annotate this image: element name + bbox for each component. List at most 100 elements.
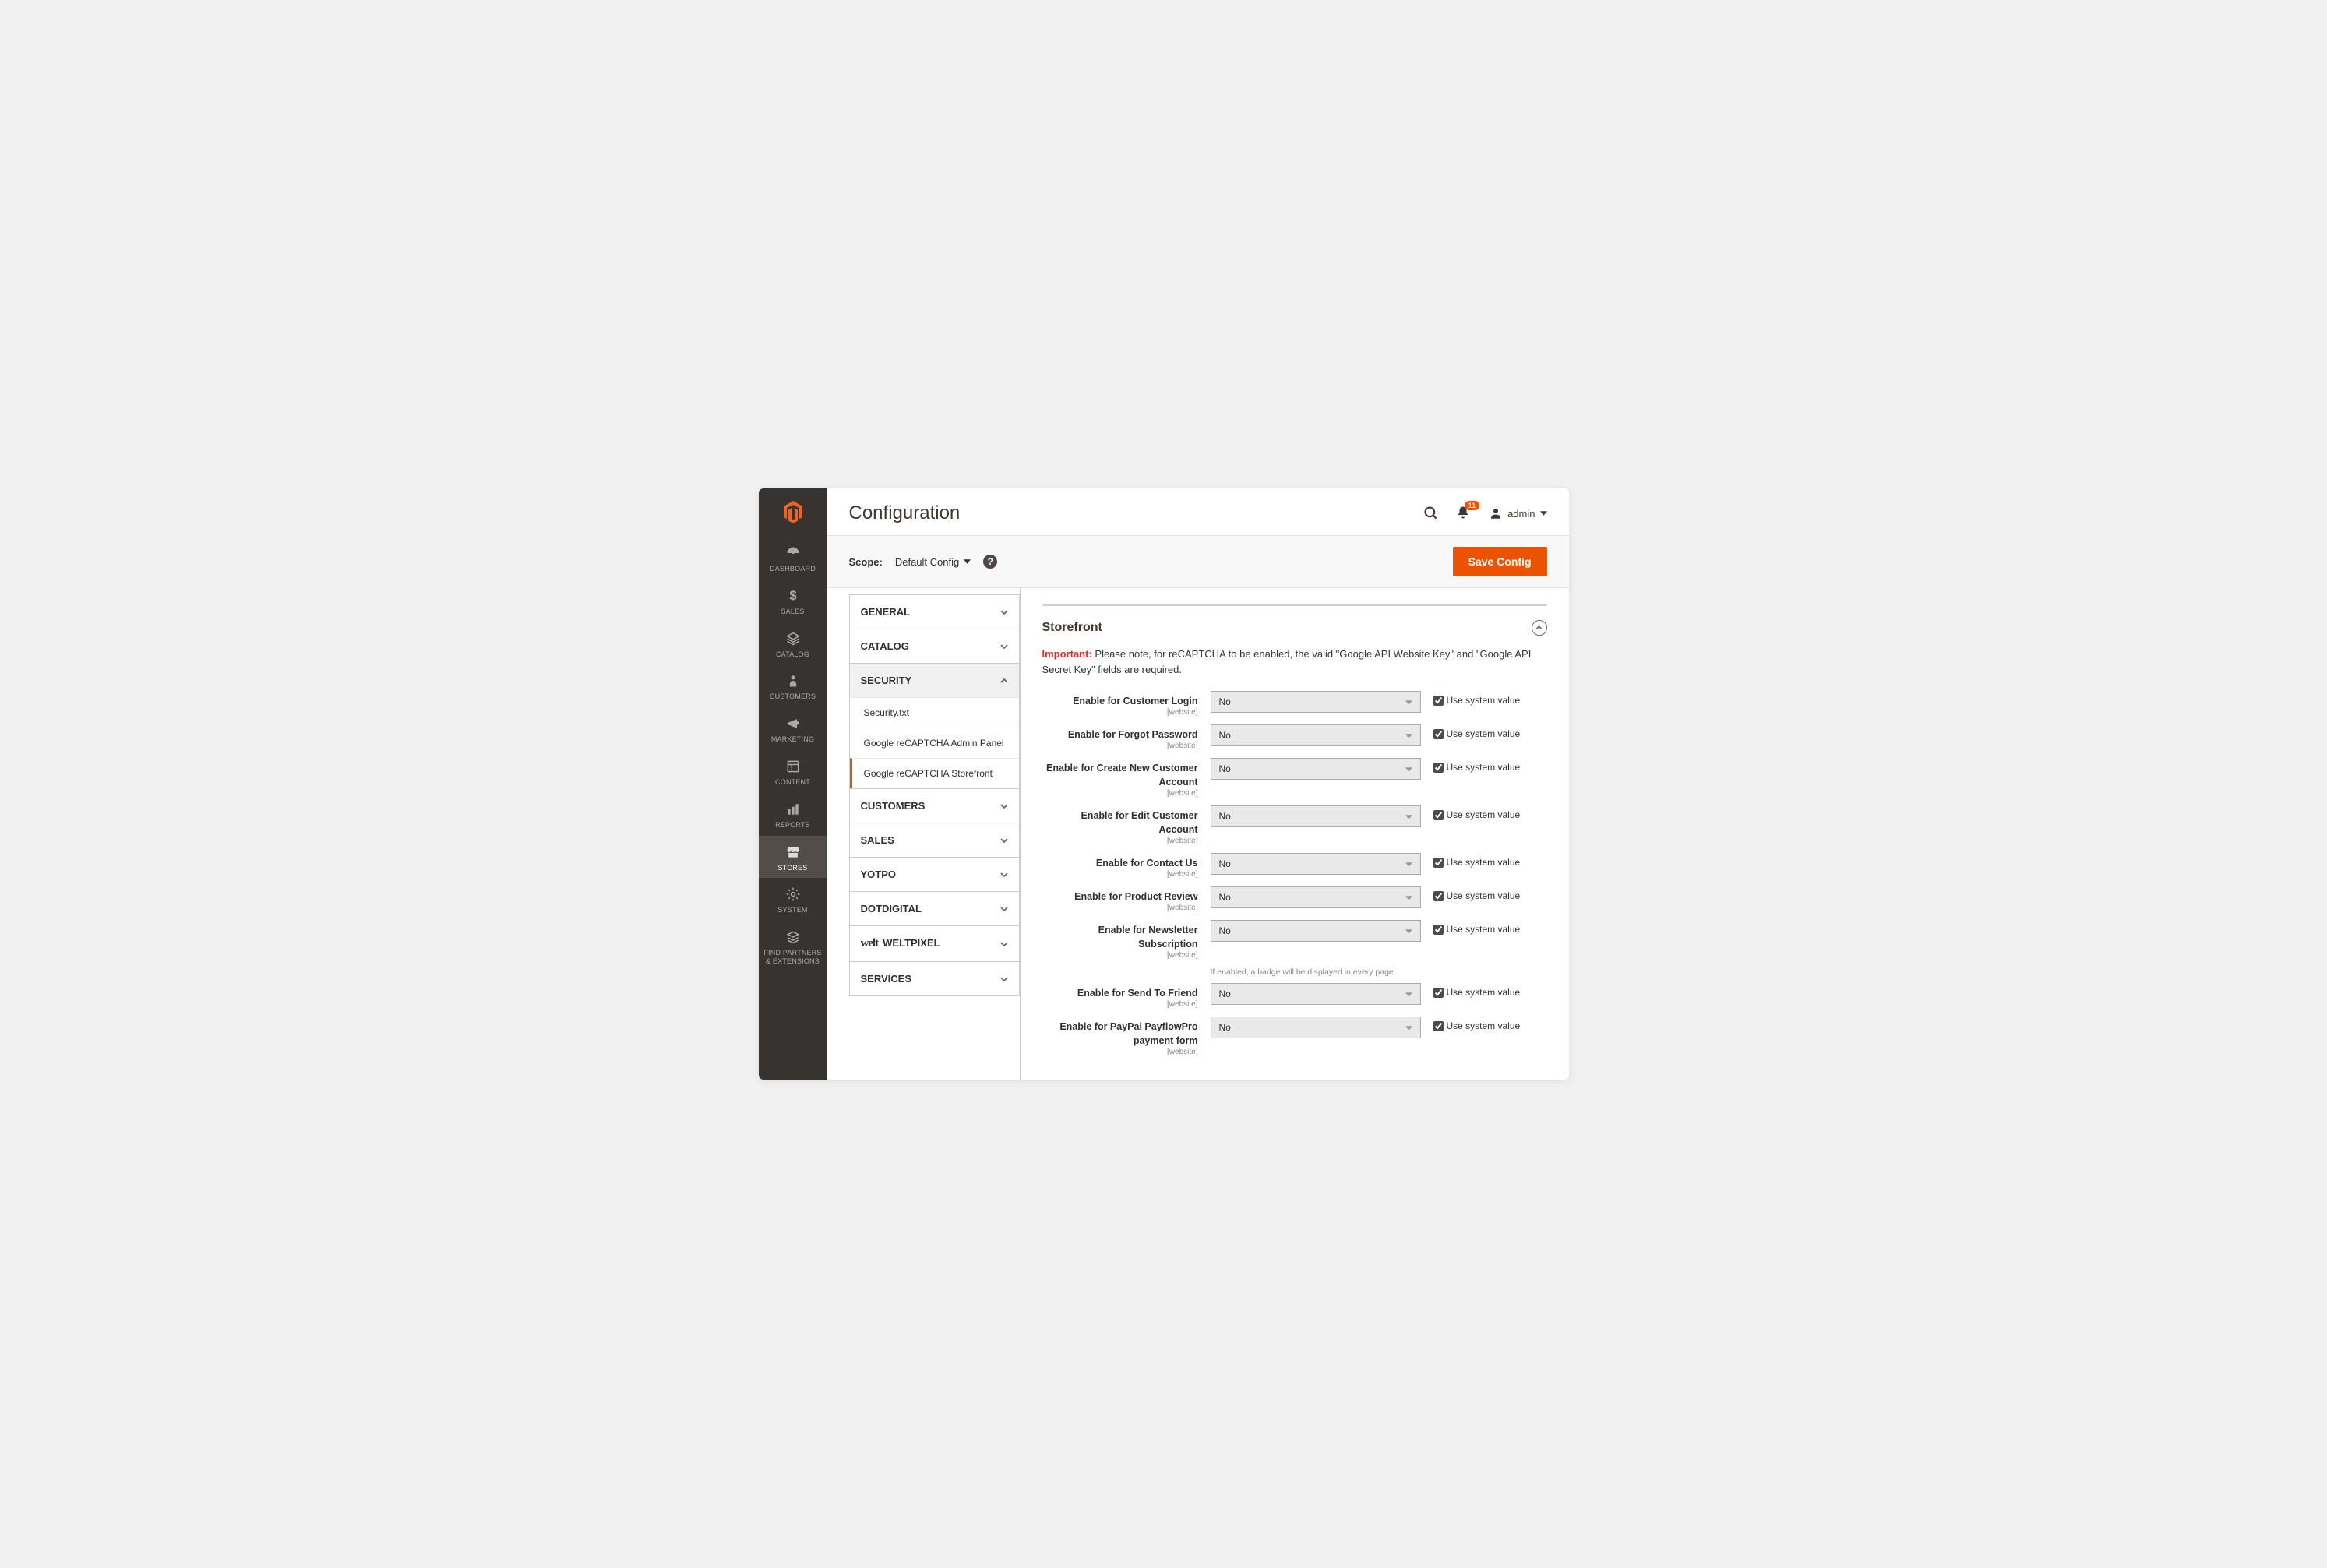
config-tab-security[interactable]: SECURITY xyxy=(850,664,1019,697)
help-icon[interactable]: ? xyxy=(983,555,997,569)
field-select[interactable]: No xyxy=(1211,920,1421,942)
checkbox-input[interactable] xyxy=(1433,858,1444,868)
use-system-value-checkbox[interactable]: Use system value xyxy=(1433,1017,1521,1031)
important-text: Please note, for reCAPTCHA to be enabled… xyxy=(1042,648,1532,675)
field-select-value: No xyxy=(1219,811,1231,822)
sidebar-item-sales[interactable]: $ SALES xyxy=(759,580,827,622)
field-select-value: No xyxy=(1219,1022,1231,1033)
use-system-value-checkbox[interactable]: Use system value xyxy=(1433,805,1521,820)
sidebar-item-dashboard[interactable]: DASHBOARD xyxy=(759,537,827,580)
sidebar-item-reports[interactable]: REPORTS xyxy=(759,793,827,836)
config-tabs-sidebar: GENERALCATALOGSECURITYSecurity.txtGoogle… xyxy=(849,588,1021,1080)
config-tab-yotpo[interactable]: YOTPO xyxy=(850,858,1019,891)
sidebar-item-system[interactable]: SYSTEM xyxy=(759,878,827,921)
collapse-section-button[interactable] xyxy=(1532,620,1547,636)
field-label: Enable for Forgot Password xyxy=(1068,729,1198,740)
field-select[interactable]: No xyxy=(1211,691,1421,713)
checkbox-label: Use system value xyxy=(1447,987,1521,998)
caret-down-icon xyxy=(1405,811,1412,822)
checkbox-input[interactable] xyxy=(1433,763,1444,773)
use-system-value-checkbox[interactable]: Use system value xyxy=(1433,983,1521,998)
field-select[interactable]: No xyxy=(1211,886,1421,908)
config-tab-weltpixel[interactable]: weltWELTPIXEL xyxy=(850,926,1019,961)
header-actions: 11 admin xyxy=(1423,506,1546,521)
scope-label: Scope: xyxy=(849,556,883,568)
checkbox-input[interactable] xyxy=(1433,988,1444,998)
use-system-value-checkbox[interactable]: Use system value xyxy=(1433,853,1521,868)
use-system-value-checkbox[interactable]: Use system value xyxy=(1433,920,1521,935)
use-system-value-checkbox[interactable]: Use system value xyxy=(1433,691,1521,706)
config-tab-sales[interactable]: SALES xyxy=(850,823,1019,857)
caret-down-icon xyxy=(1405,730,1412,741)
sidebar-item-label: SALES xyxy=(777,608,807,616)
caret-down-icon xyxy=(1405,696,1412,707)
customers-icon xyxy=(784,672,802,689)
use-system-value-checkbox[interactable]: Use system value xyxy=(1433,886,1521,901)
magento-logo[interactable] xyxy=(779,498,807,526)
checkbox-input[interactable] xyxy=(1433,696,1444,706)
field-select[interactable]: No xyxy=(1211,853,1421,875)
config-field-row: Enable for Edit Customer Account [websit… xyxy=(1042,805,1547,845)
config-field-row: Enable for Contact Us [website] No Use s… xyxy=(1042,853,1547,879)
sidebar-item-content[interactable]: CONTENT xyxy=(759,750,827,793)
sales-icon: $ xyxy=(784,587,802,604)
checkbox-label: Use system value xyxy=(1447,1020,1521,1031)
field-scope: [website] xyxy=(1042,1048,1198,1056)
field-select[interactable]: No xyxy=(1211,805,1421,827)
main-content: Configuration 11 admin Scope: xyxy=(827,488,1569,1080)
sidebar-item-stores[interactable]: STORES xyxy=(759,836,827,879)
field-select[interactable]: No xyxy=(1211,983,1421,1005)
checkbox-label: Use system value xyxy=(1447,762,1521,773)
field-scope: [website] xyxy=(1042,837,1198,845)
checkbox-label: Use system value xyxy=(1447,728,1521,739)
admin-window: DASHBOARD$SALESCATALOGCUSTOMERSMARKETING… xyxy=(759,488,1569,1080)
important-note: Important: Please note, for reCAPTCHA to… xyxy=(1042,647,1547,677)
config-section: Storefront Important: Please note, for r… xyxy=(1021,588,1569,1080)
field-label: Enable for Send To Friend xyxy=(1077,988,1198,999)
config-field-row: Enable for PayPal PayflowPro payment for… xyxy=(1042,1017,1547,1056)
field-select[interactable]: No xyxy=(1211,758,1421,780)
sidebar-item-label: REPORTS xyxy=(772,821,813,830)
checkbox-input[interactable] xyxy=(1433,729,1444,739)
field-select[interactable]: No xyxy=(1211,1017,1421,1038)
config-tab-general[interactable]: GENERAL xyxy=(850,595,1019,629)
sidebar-item-marketing[interactable]: MARKETING xyxy=(759,707,827,750)
field-select[interactable]: No xyxy=(1211,724,1421,746)
save-config-button[interactable]: Save Config xyxy=(1453,547,1547,576)
checkbox-input[interactable] xyxy=(1433,891,1444,901)
config-field-row: Enable for Create New Customer Account [… xyxy=(1042,758,1547,798)
checkbox-input[interactable] xyxy=(1433,1021,1444,1031)
config-tab-catalog[interactable]: CATALOG xyxy=(850,629,1019,663)
checkbox-label: Use system value xyxy=(1447,695,1521,706)
field-select-value: No xyxy=(1219,763,1231,774)
sidebar-item-catalog[interactable]: CATALOG xyxy=(759,622,827,665)
config-subtab[interactable]: Google reCAPTCHA Storefront xyxy=(850,758,1019,788)
field-select-value: No xyxy=(1219,696,1231,707)
search-icon[interactable] xyxy=(1423,506,1439,521)
sidebar-item-label: MARKETING xyxy=(768,735,817,744)
reports-icon xyxy=(784,801,802,818)
config-tab-dotdigital[interactable]: DOTDIGITAL xyxy=(850,892,1019,925)
sidebar-item-partners[interactable]: FIND PARTNERS & EXTENSIONS xyxy=(759,921,827,972)
config-subtab[interactable]: Security.txt xyxy=(850,697,1019,728)
config-subtab[interactable]: Google reCAPTCHA Admin Panel xyxy=(850,728,1019,758)
checkbox-input[interactable] xyxy=(1433,925,1444,935)
notification-bell-icon[interactable]: 11 xyxy=(1456,506,1472,521)
caret-down-icon xyxy=(1405,858,1412,869)
config-field-row: Enable for Product Review [website] No U… xyxy=(1042,886,1547,912)
field-label: Enable for PayPal PayflowPro payment for… xyxy=(1059,1021,1197,1046)
admin-user-menu[interactable]: admin xyxy=(1489,506,1546,520)
section-title: Storefront xyxy=(1042,621,1102,635)
scope-selector[interactable]: Default Config xyxy=(895,556,971,568)
field-scope: [website] xyxy=(1042,789,1198,798)
use-system-value-checkbox[interactable]: Use system value xyxy=(1433,758,1521,773)
config-tab-customers[interactable]: CUSTOMERS xyxy=(850,789,1019,823)
field-scope: [website] xyxy=(1042,904,1198,912)
config-tab-services[interactable]: SERVICES xyxy=(850,962,1019,995)
sidebar-item-customers[interactable]: CUSTOMERS xyxy=(759,664,827,707)
checkbox-input[interactable] xyxy=(1433,810,1444,820)
marketing-icon xyxy=(784,715,802,732)
config-field-row: Enable for Forgot Password [website] No … xyxy=(1042,724,1547,750)
use-system-value-checkbox[interactable]: Use system value xyxy=(1433,724,1521,739)
config-field-row: Enable for Newsletter Subscription [webs… xyxy=(1042,920,1547,960)
